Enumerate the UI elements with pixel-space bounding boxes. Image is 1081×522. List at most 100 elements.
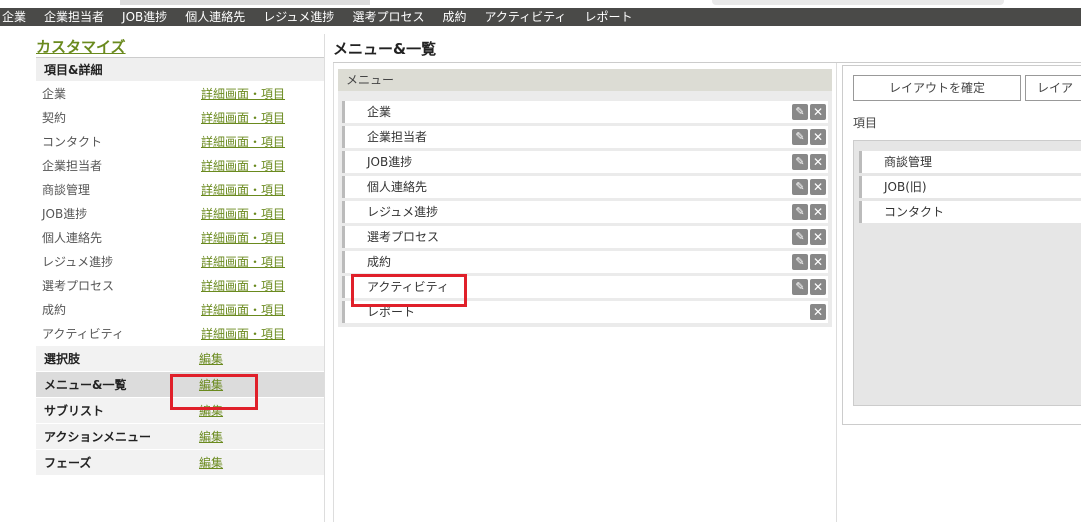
detail-link[interactable]: 詳細画面・項目 <box>201 322 285 346</box>
edit-link[interactable]: 編集 <box>199 398 223 424</box>
pencil-icon[interactable]: ✎ <box>792 204 808 220</box>
close-icon[interactable]: ✕ <box>810 304 826 320</box>
section-label: アクションメニュー <box>44 430 152 444</box>
row-label: 個人連絡先 <box>42 231 103 245</box>
close-icon[interactable]: ✕ <box>810 279 826 295</box>
detail-link[interactable]: 詳細画面・項目 <box>201 274 285 298</box>
menu-item-label: レジュメ進捗 <box>367 205 439 219</box>
list-item[interactable]: JOB(旧) <box>859 176 1081 198</box>
menu-item[interactable]: アクティビティ ✎ ✕ <box>342 276 828 298</box>
edit-link[interactable]: 編集 <box>199 372 223 398</box>
list-item: 企業担当者 詳細画面・項目 <box>36 154 324 178</box>
list-item: レジュメ進捗 詳細画面・項目 <box>36 250 324 274</box>
section-label: 選択肢 <box>44 352 81 366</box>
menu-item[interactable]: レジュメ進捗 ✎ ✕ <box>342 201 828 223</box>
list-item: アクティビティ 詳細画面・項目 <box>36 322 324 346</box>
menu-item[interactable]: JOB進捗 ✎ ✕ <box>342 151 828 173</box>
layout-button[interactable]: レイア <box>1025 75 1081 101</box>
close-icon[interactable]: ✕ <box>810 229 826 245</box>
pencil-icon[interactable]: ✎ <box>792 129 808 145</box>
item-label: JOB(旧) <box>884 180 927 194</box>
menu-item-label: JOB進捗 <box>367 155 413 169</box>
list-item: 企業 詳細画面・項目 <box>36 82 324 106</box>
menu-item-label: 個人連絡先 <box>367 180 428 194</box>
pencil-icon[interactable]: ✎ <box>792 279 808 295</box>
pencil-icon[interactable]: ✎ <box>792 229 808 245</box>
list-item[interactable]: コンタクト <box>859 201 1081 223</box>
list-item: 商談管理 詳細画面・項目 <box>36 178 324 202</box>
menu-item-label: 選考プロセス <box>367 230 440 244</box>
detail-link[interactable]: 詳細画面・項目 <box>201 130 285 154</box>
pencil-icon[interactable]: ✎ <box>792 254 808 270</box>
edit-link[interactable]: 編集 <box>199 424 223 450</box>
nav-item-contract[interactable]: 成約 <box>433 8 475 26</box>
list-item[interactable]: 商談管理 <box>859 151 1081 173</box>
confirm-layout-button[interactable]: レイアウトを確定 <box>853 75 1021 101</box>
list-item: コンタクト 詳細画面・項目 <box>36 130 324 154</box>
nav-item-selection-process[interactable]: 選考プロセス <box>343 8 433 26</box>
row-label: 商談管理 <box>42 183 91 197</box>
edit-link[interactable]: 編集 <box>199 450 223 476</box>
nav-item-activity[interactable]: アクティビティ <box>475 8 575 26</box>
menu-item-label: レポート <box>367 305 416 319</box>
close-icon[interactable]: ✕ <box>810 254 826 270</box>
nav-item-job-progress[interactable]: JOB進捗 <box>113 8 176 26</box>
nav-item-company-contact[interactable]: 企業担当者 <box>35 8 113 26</box>
section-action-menu: アクションメニュー 編集 <box>36 424 324 450</box>
edit-link[interactable]: 編集 <box>199 346 223 372</box>
menu-item[interactable]: 企業担当者 ✎ ✕ <box>342 126 828 148</box>
close-icon[interactable]: ✕ <box>810 179 826 195</box>
detail-link[interactable]: 詳細画面・項目 <box>201 298 285 322</box>
detail-link[interactable]: 詳細画面・項目 <box>201 226 285 250</box>
item-label: コンタクト <box>884 205 945 219</box>
menu-item-label: 成約 <box>367 255 392 269</box>
detail-link[interactable]: 詳細画面・項目 <box>201 202 285 226</box>
close-icon[interactable]: ✕ <box>810 204 826 220</box>
menu-item[interactable]: 選考プロセス ✎ ✕ <box>342 226 828 248</box>
detail-link[interactable]: 詳細画面・項目 <box>201 154 285 178</box>
menu-item[interactable]: 企業 ✎ ✕ <box>342 101 828 123</box>
nav-item-company[interactable]: 企業 <box>0 8 35 26</box>
page-title: メニュー&一覧 <box>333 40 437 58</box>
menu-item-label: アクティビティ <box>367 280 449 294</box>
customize-sidebar: カスタマイズ 項目&詳細 企業 詳細画面・項目 契約 詳細画面・項目 コンタクト 詳細… <box>36 34 324 476</box>
section-phase: フェーズ 編集 <box>36 450 324 476</box>
detail-link[interactable]: 詳細画面・項目 <box>201 178 285 202</box>
menu-item-label: 企業担当者 <box>367 130 428 144</box>
section-items-details: 項目&詳細 <box>36 58 324 82</box>
row-label: レジュメ進捗 <box>42 255 114 269</box>
list-item: 契約 詳細画面・項目 <box>36 106 324 130</box>
row-label: アクティビティ <box>42 327 124 341</box>
detail-link[interactable]: 詳細画面・項目 <box>201 82 285 106</box>
section-label: サブリスト <box>44 404 105 418</box>
menu-item[interactable]: レポート ✕ <box>342 301 828 323</box>
row-label: JOB進捗 <box>42 207 88 221</box>
row-label: 成約 <box>42 303 67 317</box>
row-label: 企業 <box>42 87 67 101</box>
list-item: 個人連絡先 詳細画面・項目 <box>36 226 324 250</box>
divider <box>324 34 325 522</box>
menu-item[interactable]: 個人連絡先 ✎ ✕ <box>342 176 828 198</box>
row-label: 選考プロセス <box>42 279 115 293</box>
close-icon[interactable]: ✕ <box>810 129 826 145</box>
pencil-icon[interactable]: ✎ <box>792 179 808 195</box>
pencil-icon[interactable]: ✎ <box>792 154 808 170</box>
pencil-icon[interactable]: ✎ <box>792 104 808 120</box>
list-item: JOB進捗 詳細画面・項目 <box>36 202 324 226</box>
detail-link[interactable]: 詳細画面・項目 <box>201 250 285 274</box>
item-label: 商談管理 <box>884 155 933 169</box>
main-nav: 企業 企業担当者 JOB進捗 個人連絡先 レジュメ進捗 選考プロセス 成約 アク… <box>0 8 641 26</box>
nav-item-resume-progress[interactable]: レジュメ進捗 <box>254 8 343 26</box>
top-bar: 企業 企業担当者 JOB進捗 個人連絡先 レジュメ進捗 選考プロセス 成約 アク… <box>0 0 1081 26</box>
detail-link[interactable]: 詳細画面・項目 <box>201 106 285 130</box>
menu-item-label: 企業 <box>367 105 392 119</box>
close-icon[interactable]: ✕ <box>810 104 826 120</box>
row-label: コンタクト <box>42 135 103 149</box>
close-icon[interactable]: ✕ <box>810 154 826 170</box>
menu-item[interactable]: 成約 ✎ ✕ <box>342 251 828 273</box>
nav-item-report[interactable]: レポート <box>575 8 641 26</box>
section-label: フェーズ <box>44 456 92 470</box>
list-item: 成約 詳細画面・項目 <box>36 298 324 322</box>
nav-item-personal-contact[interactable]: 個人連絡先 <box>176 8 254 26</box>
customize-title[interactable]: カスタマイズ <box>36 34 324 58</box>
